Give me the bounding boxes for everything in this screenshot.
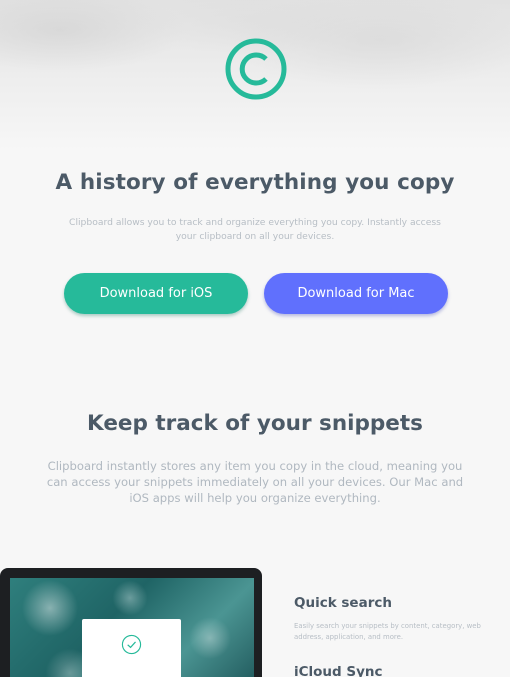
laptop-screen <box>10 578 254 677</box>
feature-title-quick-search: Quick search <box>294 595 392 611</box>
clipboard-logo-icon[interactable] <box>224 37 288 101</box>
check-circle-icon <box>121 634 142 655</box>
download-mac-button[interactable]: Download for Mac <box>264 273 448 314</box>
snippets-section-title: Keep track of your snippets <box>87 411 423 436</box>
hero-description: Clipboard allows you to track and organi… <box>69 217 441 242</box>
feature-title-icloud-sync: iCloud Sync <box>294 664 383 677</box>
download-ios-button[interactable]: Download for iOS <box>64 273 248 314</box>
laptop-image <box>0 568 262 677</box>
screen-popup-card <box>82 619 181 677</box>
snippets-section-description: Clipboard instantly stores any item you … <box>46 459 464 505</box>
feature-description-quick-search: Easily search your snippets by content, … <box>294 622 481 641</box>
hero-title: A history of everything you copy <box>55 170 455 195</box>
